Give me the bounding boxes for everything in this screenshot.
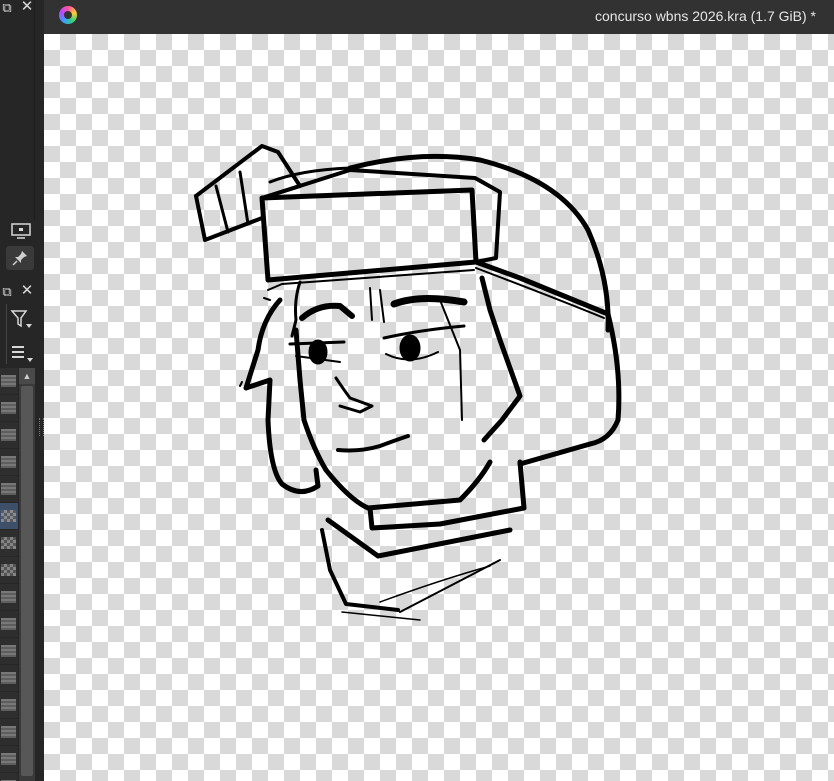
layer-row[interactable] <box>0 422 18 449</box>
layer-row[interactable] <box>0 719 18 746</box>
layer-thumbnail <box>1 402 16 414</box>
close-docker-icon[interactable]: ✕ <box>20 283 34 298</box>
layer-row[interactable] <box>0 476 18 503</box>
layer-row[interactable] <box>0 395 18 422</box>
left-docker-panel: ⧉ ✕ ⧉ ✕ ▲ <box>0 0 44 781</box>
layer-thumbnail <box>1 483 16 495</box>
drawing-canvas[interactable] <box>44 34 834 781</box>
layer-thumbnail <box>1 429 16 441</box>
sketch-drawing <box>194 144 622 621</box>
layer-thumbnail <box>1 564 16 576</box>
layer-thumbnail <box>1 456 16 468</box>
panel-divider <box>34 0 35 220</box>
layer-thumbnail <box>1 753 16 765</box>
layer-thumbnail <box>1 699 16 711</box>
layer-thumbnail <box>1 645 16 657</box>
layer-row[interactable] <box>0 449 18 476</box>
panel-divider <box>6 304 7 364</box>
layer-row[interactable] <box>0 638 18 665</box>
scroll-up-icon[interactable]: ▲ <box>19 368 35 384</box>
layer-row[interactable] <box>0 368 18 395</box>
layer-row[interactable] <box>0 665 18 692</box>
document-title-bar: concurso wbns 2026.kra (1.7 GiB) * <box>44 0 834 34</box>
close-docker-icon[interactable]: ✕ <box>20 0 34 14</box>
layer-thumbnail <box>1 537 16 549</box>
layer-list-scrollbar[interactable]: ▲ <box>19 368 35 781</box>
layer-row[interactable] <box>0 611 18 638</box>
pin-icon[interactable] <box>6 246 34 270</box>
layer-row[interactable] <box>0 584 18 611</box>
float-docker-icon[interactable]: ⧉ <box>0 284 14 298</box>
hamburger-menu-icon[interactable] <box>8 340 36 364</box>
layer-row[interactable] <box>0 530 18 557</box>
layer-thumbnail <box>1 672 16 684</box>
krita-logo-icon <box>59 6 77 24</box>
layer-thumbnail <box>1 510 16 522</box>
layer-thumbnail <box>1 618 16 630</box>
layer-row[interactable] <box>0 692 18 719</box>
layer-row[interactable] <box>0 503 18 530</box>
layer-thumbnail <box>1 375 16 387</box>
filter-icon[interactable] <box>8 306 36 332</box>
layer-thumbnail <box>1 591 16 603</box>
scrollbar-thumb[interactable] <box>21 386 33 776</box>
layer-row[interactable] <box>0 557 18 584</box>
layer-row[interactable] <box>0 746 18 773</box>
float-docker-icon[interactable]: ⧉ <box>0 0 14 14</box>
layer-row[interactable] <box>0 773 18 781</box>
layer-thumbnail <box>1 726 16 738</box>
canvas-only-icon[interactable] <box>8 222 34 240</box>
layer-list[interactable] <box>0 368 18 781</box>
document-title: concurso wbns 2026.kra (1.7 GiB) * <box>595 8 816 24</box>
